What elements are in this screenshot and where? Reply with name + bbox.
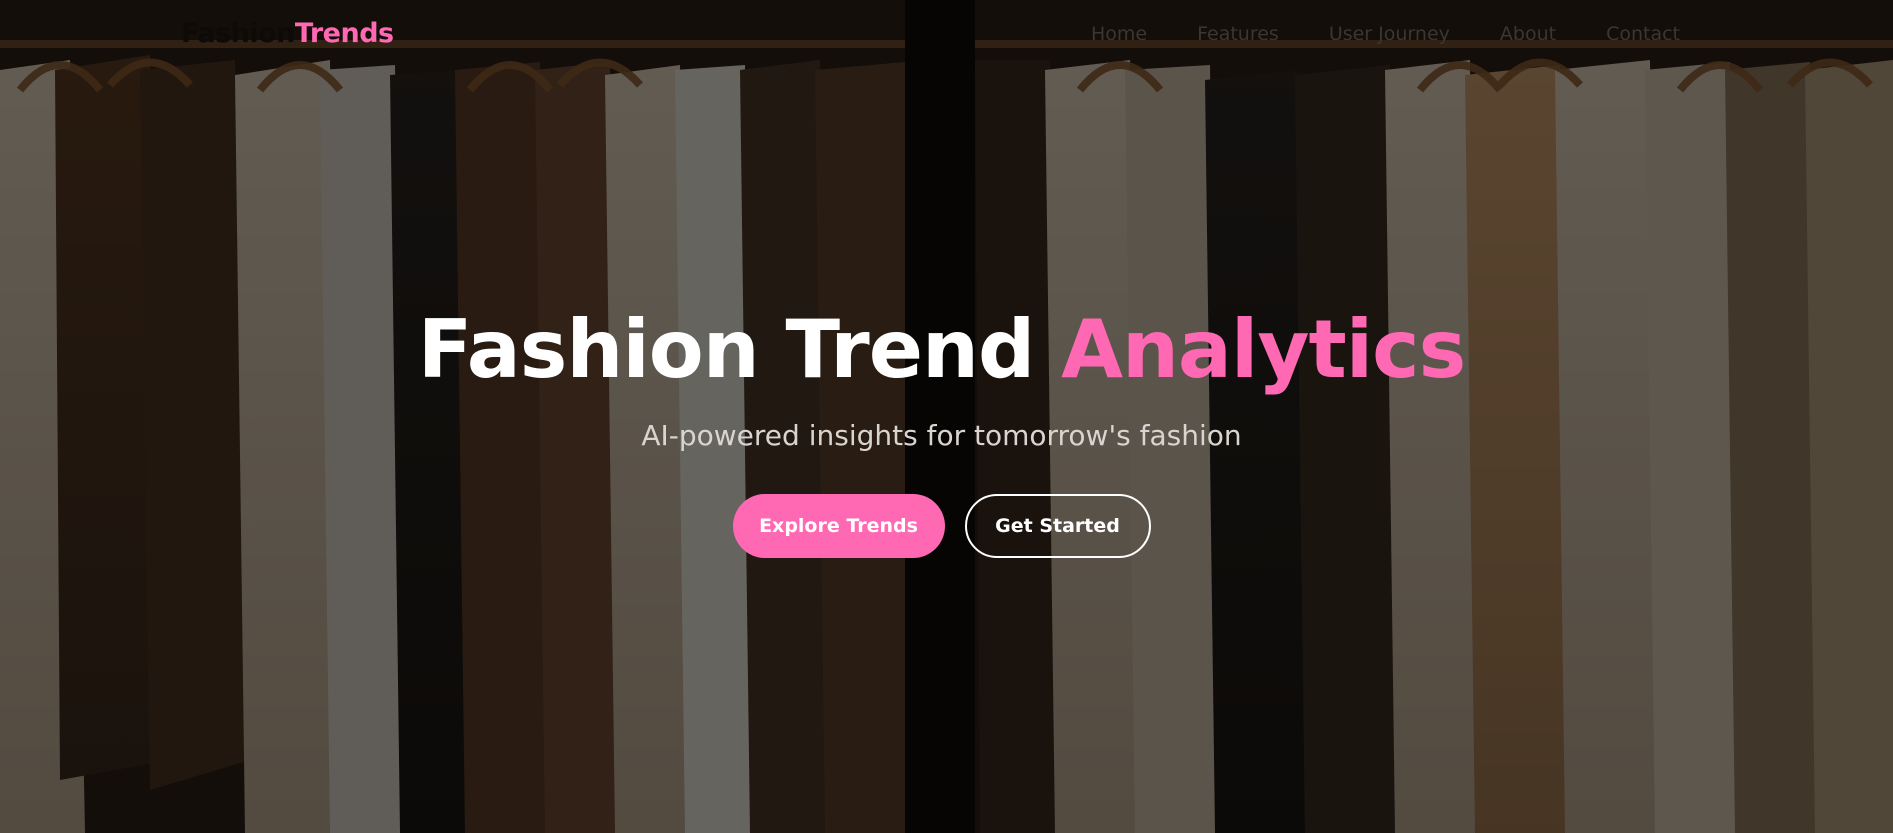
hero-subtitle: AI-powered insights for tomorrow's fashi…: [641, 419, 1242, 452]
brand-logo[interactable]: FashionTrends: [181, 16, 394, 52]
logo-text-fashion: Fashion: [181, 18, 295, 49]
nav-link-home[interactable]: Home: [1091, 21, 1147, 47]
nav-link-about[interactable]: About: [1500, 21, 1556, 47]
nav-link-contact[interactable]: Contact: [1606, 21, 1680, 47]
hero-section: FashionTrends Home Features User Journey…: [0, 0, 1893, 833]
explore-trends-button[interactable]: Explore Trends: [732, 494, 945, 558]
hero-title-main: Fashion Trend: [417, 303, 1062, 396]
hero-content: Fashion Trend Analytics AI-powered insig…: [0, 300, 1883, 558]
get-started-button[interactable]: Get Started: [964, 494, 1151, 558]
hero-button-row: Explore Trends Get Started: [0, 494, 1883, 558]
nav-links: Home Features User Journey About Contact: [1041, 21, 1680, 47]
top-navbar: FashionTrends Home Features User Journey…: [0, 0, 1893, 70]
nav-link-user-journey[interactable]: User Journey: [1329, 21, 1450, 47]
hero-title-accent: Analytics: [1061, 303, 1466, 396]
nav-link-features[interactable]: Features: [1197, 21, 1279, 47]
hero-title: Fashion Trend Analytics: [0, 300, 1883, 400]
logo-text-trends: Trends: [294, 18, 394, 49]
